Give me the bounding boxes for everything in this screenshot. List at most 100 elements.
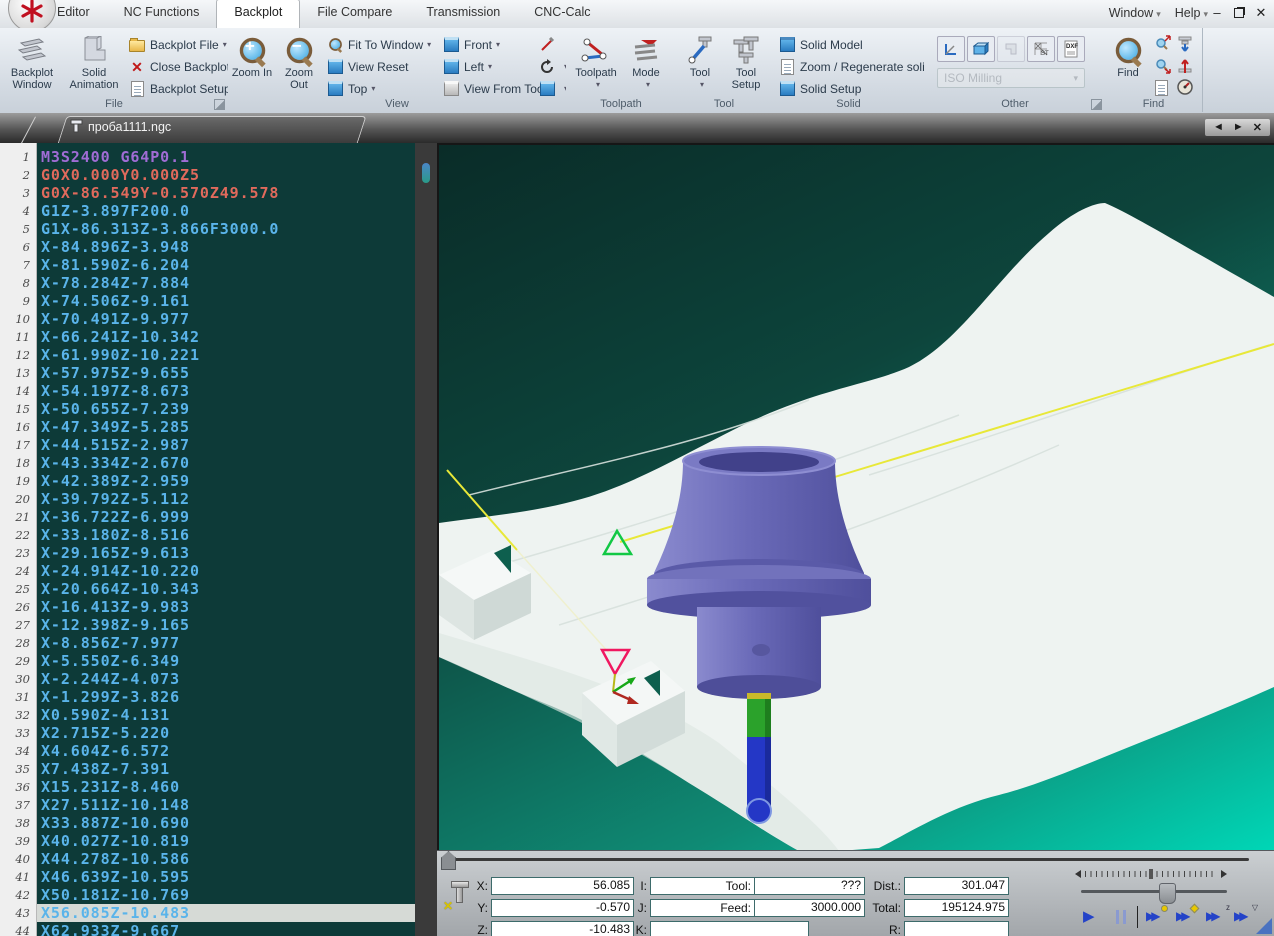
code-line[interactable]: 5 G1X-86.313Z-3.866F3000.0	[0, 220, 415, 238]
menu-tab-transmission[interactable]: Transmission	[409, 0, 517, 28]
code-line[interactable]: 31 X-1.299Z-3.826	[0, 688, 415, 706]
shading-mode-button[interactable]	[538, 78, 568, 99]
code-line[interactable]: 9 X-74.506Z-9.161	[0, 292, 415, 310]
tool-setup-button[interactable]: Tool Setup	[724, 31, 768, 97]
machine-type-select[interactable]: ISO Milling ▾	[937, 68, 1085, 88]
code-line[interactable]: 33 X2.715Z-5.220	[0, 724, 415, 742]
code-text[interactable]: X-81.590Z-6.204	[41, 256, 415, 274]
view-reset-button[interactable]: View Reset	[326, 56, 408, 77]
code-line[interactable]: 44 X62.933Z-9.667	[0, 922, 415, 936]
code-text[interactable]: G1X-86.313Z-3.866F3000.0	[41, 220, 415, 238]
code-line[interactable]: 7 X-81.590Z-6.204	[0, 256, 415, 274]
code-line[interactable]: 41 X46.639Z-10.595	[0, 868, 415, 886]
code-line[interactable]: 15 X-50.655Z-7.239	[0, 400, 415, 418]
rotate-view-button[interactable]	[538, 56, 568, 77]
solid-animation-button[interactable]: Solid Animation	[64, 31, 124, 97]
code-text[interactable]: X-20.664Z-10.343	[41, 580, 415, 598]
code-line[interactable]: 20 X-39.792Z-5.112	[0, 490, 415, 508]
find-previous-button[interactable]	[1155, 55, 1172, 76]
code-text[interactable]: X15.231Z-8.460	[41, 778, 415, 796]
code-line[interactable]: 39 X40.027Z-10.819	[0, 832, 415, 850]
code-text[interactable]: X56.085Z-10.483	[37, 904, 415, 922]
code-line[interactable]: 24 X-24.914Z-10.220	[0, 562, 415, 580]
find-next-button[interactable]	[1155, 33, 1172, 54]
code-line[interactable]: 8 X-78.284Z-7.884	[0, 274, 415, 292]
code-text[interactable]: X-47.349Z-5.285	[41, 418, 415, 436]
status-field-value[interactable]: -10.483	[491, 921, 634, 936]
resize-grip-icon[interactable]	[1256, 918, 1272, 934]
view-from-tool-button[interactable]: View From Tool	[442, 78, 546, 99]
code-line[interactable]: 16 X-47.349Z-5.285	[0, 418, 415, 436]
view-top-button[interactable]: Top	[326, 78, 375, 99]
code-text[interactable]: X-66.241Z-10.342	[41, 328, 415, 346]
backplot-window-button[interactable]: Backplot Window	[4, 31, 60, 97]
code-text[interactable]: X-44.515Z-2.987	[41, 436, 415, 454]
solid-view-button[interactable]	[967, 36, 995, 62]
code-line[interactable]: 3 G0X-86.549Y-0.570Z49.578	[0, 184, 415, 202]
speed-gauge-button[interactable]	[1177, 77, 1194, 98]
code-text[interactable]: X-54.197Z-8.673	[41, 382, 415, 400]
menu-tab-cnc-calc[interactable]: CNC-Calc	[517, 0, 607, 28]
progress-thumb[interactable]	[441, 851, 456, 870]
code-line[interactable]: 17 X-44.515Z-2.987	[0, 436, 415, 454]
menu-tab-nc-functions[interactable]: NC Functions	[107, 0, 217, 28]
code-text[interactable]: G1Z-3.897F200.0	[41, 202, 415, 220]
solid-setup-button[interactable]: Solid Setup	[778, 78, 861, 99]
file-tab-content[interactable]: проба1111.ngc	[70, 119, 171, 134]
code-text[interactable]: X-70.491Z-9.977	[41, 310, 415, 328]
speed-slider-thumb[interactable]	[1159, 883, 1176, 904]
backplot-setup-button[interactable]: Backplot Setup	[128, 78, 231, 99]
code-line[interactable]: 1 M3S2400 G64P0.1	[0, 148, 415, 166]
toolpath-mode-button[interactable]: Mode	[624, 31, 668, 97]
code-text[interactable]: X-2.244Z-4.073	[41, 670, 415, 688]
nc-code-editor[interactable]: 1 M3S2400 G64P0.1 2 G0X0.000Y0.000Z5 3 G0X-86…	[0, 143, 415, 936]
pause-icon[interactable]	[1116, 910, 1126, 924]
code-line[interactable]: 12 X-61.990Z-10.221	[0, 346, 415, 364]
code-line[interactable]: 28 X-8.856Z-7.977	[0, 634, 415, 652]
view-left-button[interactable]: Left	[442, 56, 492, 77]
tab-close-icon[interactable]: ✕	[1253, 121, 1262, 134]
code-line[interactable]: 40 X44.278Z-10.586	[0, 850, 415, 868]
code-text[interactable]: X-29.165Z-9.613	[41, 544, 415, 562]
code-text[interactable]: X46.639Z-10.595	[41, 868, 415, 886]
window-menu[interactable]: Window	[1109, 6, 1161, 20]
code-line[interactable]: 36 X15.231Z-8.460	[0, 778, 415, 796]
code-text[interactable]: G0X-86.549Y-0.570Z49.578	[41, 184, 415, 202]
code-text[interactable]: X-43.334Z-2.670	[41, 454, 415, 472]
zoom-regenerate-button[interactable]: Zoom / Regenerate solid	[778, 56, 931, 77]
menu-tab-file-compare[interactable]: File Compare	[300, 0, 409, 28]
speed-slider-track[interactable]	[1081, 890, 1227, 893]
status-field-value[interactable]: -0.570	[491, 899, 634, 917]
step-to-z-button[interactable]: ▶▶ z	[1206, 903, 1232, 927]
view-front-button[interactable]: Front	[442, 34, 500, 55]
code-text[interactable]: X-5.550Z-6.349	[41, 652, 415, 670]
code-line[interactable]: 4 G1Z-3.897F200.0	[0, 202, 415, 220]
code-line[interactable]: 11 X-66.241Z-10.342	[0, 328, 415, 346]
code-line[interactable]: 25 X-20.664Z-10.343	[0, 580, 415, 598]
code-text[interactable]: X-84.896Z-3.948	[41, 238, 415, 256]
close-icon[interactable]: ✕	[1254, 4, 1268, 23]
code-text[interactable]: X-39.792Z-5.112	[41, 490, 415, 508]
code-line[interactable]: 13 X-57.975Z-9.655	[0, 364, 415, 382]
code-text[interactable]: X-16.413Z-9.983	[41, 598, 415, 616]
code-line[interactable]: 19 X-42.389Z-2.959	[0, 472, 415, 490]
code-line[interactable]: 21 X-36.722Z-6.999	[0, 508, 415, 526]
step-to-point-button[interactable]: ▶▶	[1146, 905, 1172, 927]
menu-tab-backplot[interactable]: Backplot	[216, 0, 301, 28]
code-lines[interactable]: 1 M3S2400 G64P0.1 2 G0X0.000Y0.000Z5 3 G0X-86…	[0, 148, 415, 936]
status-field-value[interactable]: 56.085	[491, 877, 634, 895]
code-line[interactable]: 43 X56.085Z-10.483	[0, 904, 415, 922]
code-text[interactable]: X62.933Z-9.667	[41, 922, 415, 936]
status-field-value[interactable]: 301.047	[904, 877, 1009, 895]
speed-down-icon[interactable]	[1075, 870, 1081, 878]
code-text[interactable]: X-78.284Z-7.884	[41, 274, 415, 292]
menu-tab-editor[interactable]: Editor	[40, 0, 107, 28]
help-menu[interactable]: Help	[1175, 6, 1208, 20]
restore-icon[interactable]	[1232, 4, 1246, 23]
code-text[interactable]: X2.715Z-5.220	[41, 724, 415, 742]
code-line[interactable]: 14 X-54.197Z-8.673	[0, 382, 415, 400]
solid-model-button[interactable]: Solid Model	[778, 34, 863, 55]
measure-axis-button[interactable]	[937, 36, 965, 62]
code-line[interactable]: 22 X-33.180Z-8.516	[0, 526, 415, 544]
status-field-value[interactable]: 195124.975	[904, 899, 1009, 917]
